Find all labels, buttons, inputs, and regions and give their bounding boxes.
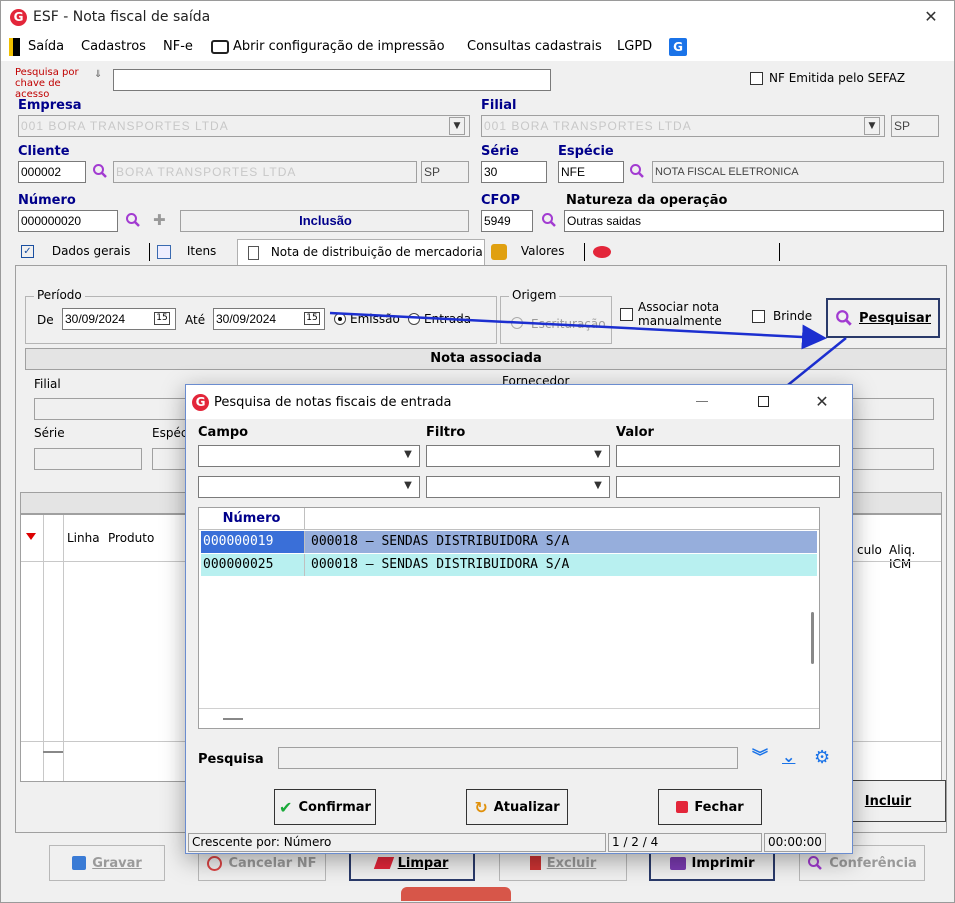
status-posicao: 1 / 2 / 4 <box>608 833 762 852</box>
valor-label: Valor <box>616 425 654 440</box>
minimize-icon[interactable] <box>696 401 708 402</box>
confirmar-button[interactable]: ✔ Confirmar <box>274 789 376 825</box>
lock-icon <box>676 801 689 813</box>
fechar-button[interactable]: Fechar <box>658 789 762 825</box>
chevron-down-icon[interactable]: ▼ <box>590 478 606 496</box>
arrow-to-pesquisar <box>329 311 827 350</box>
list-footer-mark <box>223 718 243 720</box>
valor-input-1[interactable] <box>616 445 840 467</box>
row-numero: 000000025 <box>201 554 305 576</box>
chevron-down-icon[interactable]: ▼ <box>400 478 416 496</box>
chevron-down-bar-icon[interactable]: ⌄ <box>782 749 795 765</box>
check-icon: ✔ <box>279 797 293 817</box>
valor-input-2[interactable] <box>616 476 840 498</box>
close-icon[interactable]: ✕ <box>810 392 834 411</box>
confirmar-label: Confirmar <box>298 799 371 815</box>
scrollbar[interactable] <box>827 512 829 642</box>
col-numero-header[interactable]: Número <box>199 508 305 530</box>
filtro-select-1[interactable] <box>426 445 610 467</box>
scrollbar-thumb[interactable] <box>811 612 814 664</box>
dialog-statusbar: Crescente por: Número 1 / 2 / 4 00:00:00 <box>188 833 850 853</box>
pesquisa-input[interactable] <box>278 747 738 769</box>
col-desc-header[interactable] <box>305 508 819 530</box>
status-ordem: Crescente por: Número <box>188 833 606 852</box>
atualizar-label: Atualizar <box>493 799 560 815</box>
pesquisa-label: Pesquisa <box>198 752 264 767</box>
status-tempo: 00:00:00 <box>764 833 826 852</box>
campo-select-1[interactable] <box>198 445 420 467</box>
maximize-icon[interactable] <box>758 396 769 407</box>
row-desc: 000018 – SENDAS DISTRIBUIDORA S/A <box>311 557 570 572</box>
search-dialog: G Pesquisa de notas fiscais de entrada ✕… <box>185 384 853 854</box>
chevron-down-icon[interactable]: ▼ <box>590 447 606 465</box>
dialog-titlebar: G Pesquisa de notas fiscais de entrada ✕ <box>186 385 852 419</box>
campo-select-2[interactable] <box>198 476 420 498</box>
filtro-select-2[interactable] <box>426 476 610 498</box>
result-row[interactable]: 000000019 000018 – SENDAS DISTRIBUIDORA … <box>201 531 817 553</box>
atualizar-button[interactable]: ↻ Atualizar <box>466 789 568 825</box>
list-footer-line <box>199 708 819 709</box>
result-row[interactable]: 000000025 000018 – SENDAS DISTRIBUIDORA … <box>201 554 817 576</box>
dialog-title: Pesquisa de notas fiscais de entrada <box>214 395 452 410</box>
app-logo-icon: G <box>192 394 209 411</box>
row-numero: 000000019 <box>201 531 305 553</box>
refresh-icon: ↻ <box>474 797 488 817</box>
filtro-label: Filtro <box>426 425 466 440</box>
fechar-label: Fechar <box>694 799 744 815</box>
results-list[interactable]: Número 000000019 000018 – SENDAS DISTRIB… <box>198 507 820 729</box>
chevron-down-icon[interactable]: ▼ <box>400 447 416 465</box>
double-chevron-down-icon[interactable]: ︾ <box>752 749 768 765</box>
row-desc: 000018 – SENDAS DISTRIBUIDORA S/A <box>311 534 570 549</box>
gear-icon[interactable]: ⚙ <box>814 749 830 767</box>
campo-label: Campo <box>198 425 249 440</box>
